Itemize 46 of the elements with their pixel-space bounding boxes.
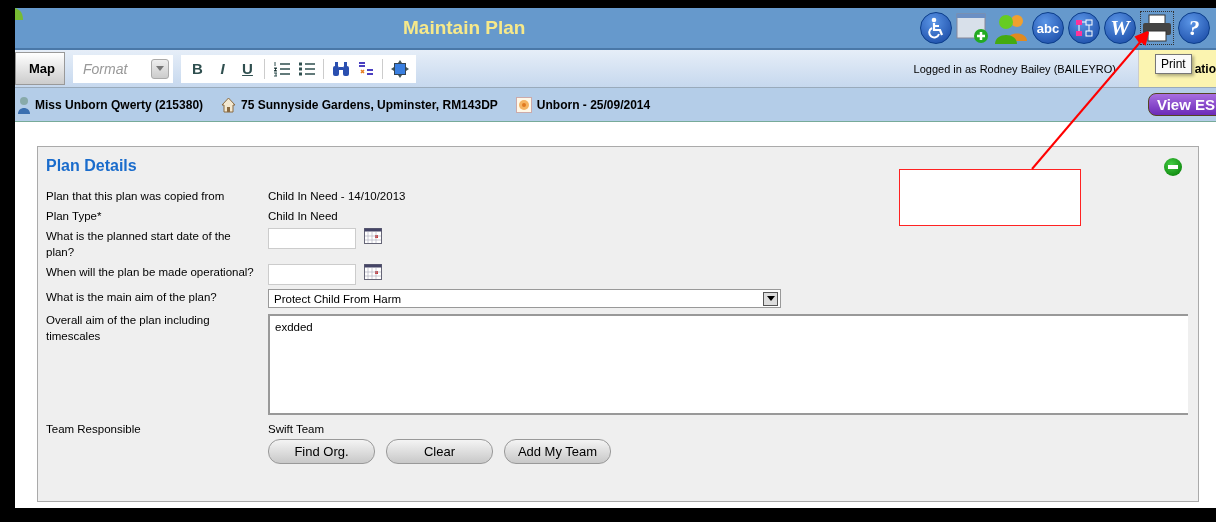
calendar-icon[interactable]	[364, 264, 382, 280]
printer-icon[interactable]	[1142, 14, 1172, 42]
map-button[interactable]: Map	[15, 52, 65, 85]
aim-dropdown[interactable]: Protect Child From Harm	[268, 289, 781, 308]
format-dropdown[interactable]: Format	[73, 54, 173, 83]
field-value: Swift Team	[268, 422, 326, 437]
wheelchair-icon[interactable]	[920, 12, 952, 44]
person-icon	[18, 95, 30, 114]
house-icon	[221, 96, 237, 113]
field-label: What is the main aim of the plan?	[46, 290, 218, 305]
panel-title: Plan Details	[46, 157, 137, 175]
info-text: Unborn - 25/09/2014	[536, 97, 651, 112]
calendar-icon[interactable]	[364, 228, 382, 244]
dropdown-arrow-icon	[156, 66, 164, 71]
date-field[interactable]	[268, 264, 356, 285]
info-text: Miss Unborn Qwerty (215380)	[35, 97, 204, 112]
info-text: 75 Sunnyside Gardens, Upminster, RM143DP	[241, 97, 498, 112]
tooltip: Print	[1155, 54, 1192, 74]
field-label: Plan Type*	[46, 209, 103, 224]
field-label: When will the plan be made operational?	[46, 265, 255, 280]
leaf-icon	[15, 8, 23, 20]
field-value: Child In Need	[268, 209, 339, 224]
team-button[interactable]: Find Org.	[268, 439, 375, 464]
format-button[interactable]: B	[187, 57, 208, 80]
team-button[interactable]: Add My Team	[504, 439, 611, 464]
format-button[interactable]: I	[212, 57, 233, 80]
field-label: Overall aim of the plan including timescales	[46, 313, 211, 344]
team-button[interactable]: Clear	[386, 439, 493, 464]
toolbar-button[interactable]: abc	[1032, 12, 1064, 44]
toolbar-button[interactable]: ?	[1178, 12, 1210, 44]
collapse-button[interactable]	[1164, 158, 1182, 176]
view-button[interactable]: View ES	[1147, 93, 1216, 116]
minus-icon	[1168, 162, 1178, 172]
field-label: Team Responsible	[46, 422, 142, 437]
field-value: Child In Need - 14/10/2013	[268, 189, 407, 204]
format-button[interactable]: U	[237, 57, 258, 80]
toolbar-button[interactable]: W	[1104, 12, 1136, 44]
diagram-icon[interactable]	[1068, 12, 1100, 44]
aim-text-area[interactable]: exdded	[268, 314, 1188, 415]
window-title: Maintain Plan	[403, 17, 526, 39]
field-label: Plan that this plan was copied from	[46, 189, 226, 204]
dropdown-arrow-icon	[766, 296, 775, 301]
baby-icon	[515, 96, 532, 113]
date-field[interactable]	[268, 228, 356, 249]
field-label: What is the planned start date of the plan?	[46, 229, 232, 260]
logged-in-text: Logged in as Rodney Bailey (BAILEYRO)	[913, 62, 1116, 75]
